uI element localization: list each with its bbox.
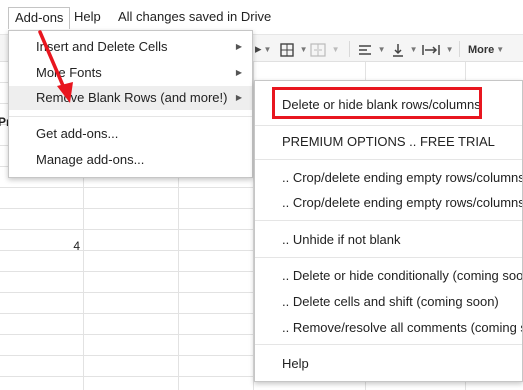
menu-item-remove-comments[interactable]: .. Remove/resolve all comments (coming s…	[255, 316, 522, 340]
menu-item-label: .. Delete cells and shift (coming soon)	[282, 294, 499, 309]
menu-bar: Add-ons Help All changes saved in Drive	[0, 0, 523, 34]
submenu-arrow-icon: ▶	[235, 68, 242, 77]
menu-item-more-fonts[interactable]: More Fonts ▶	[9, 61, 252, 85]
menu-addons[interactable]: Add-ons	[8, 7, 71, 29]
menu-separator	[255, 344, 522, 345]
annotation-highlight-box	[272, 87, 482, 119]
menu-item-label: .. Crop/delete ending empty rows/columns…	[282, 195, 522, 210]
merge-cells-icon	[310, 41, 330, 57]
menu-item-label: PREMIUM OPTIONS .. FREE TRIAL	[282, 134, 495, 149]
menu-separator	[9, 116, 252, 117]
remove-blank-rows-submenu: Delete or hide blank rows/columns PREMIU…	[254, 80, 523, 382]
toolbar-divider	[349, 41, 350, 57]
menu-item-premium-trial[interactable]: PREMIUM OPTIONS .. FREE TRIAL	[255, 130, 522, 154]
chevron-down-icon: ▼	[496, 44, 505, 54]
menu-item-label: Remove Blank Rows (and more!)	[36, 90, 228, 105]
menu-help[interactable]: Help	[68, 7, 107, 29]
chevron-down-icon: ▼	[409, 44, 418, 54]
fill-color-icon: ▸	[255, 41, 262, 56]
menu-item-get-addons[interactable]: Get add-ons...	[9, 122, 252, 146]
menu-item-label: Help	[282, 356, 309, 371]
menu-item-label: .. Delete or hide conditionally (coming …	[282, 268, 522, 283]
borders-button[interactable]: ▼	[280, 39, 308, 59]
more-label: More	[468, 44, 495, 56]
horizontal-align-button[interactable]: ▼	[358, 39, 386, 59]
chevron-down-icon: ▼	[331, 44, 340, 54]
menu-item-help[interactable]: Help	[255, 352, 522, 376]
menu-item-unhide-not-blank[interactable]: .. Unhide if not blank	[255, 228, 522, 252]
menu-separator	[255, 257, 522, 258]
menu-item-manage-addons[interactable]: Manage add-ons...	[9, 148, 252, 172]
menu-item-crop-delete-2[interactable]: .. Crop/delete ending empty rows/columns…	[255, 191, 522, 215]
menu-separator	[255, 220, 522, 221]
menu-item-label: Insert and Delete Cells	[36, 39, 168, 54]
merge-cells-button[interactable]: ▼	[310, 39, 340, 59]
vertical-align-button[interactable]: ▼	[392, 39, 418, 59]
valign-icon	[392, 41, 408, 57]
toolbar-divider	[459, 41, 460, 57]
menu-item-insert-delete-cells[interactable]: Insert and Delete Cells ▶	[9, 35, 252, 59]
chevron-down-icon: ▼	[263, 44, 272, 54]
borders-icon	[280, 41, 298, 57]
menu-item-delete-cells-shift[interactable]: .. Delete cells and shift (coming soon)	[255, 290, 522, 314]
submenu-arrow-icon: ▶	[235, 93, 242, 102]
menu-item-delete-hide-conditionally[interactable]: .. Delete or hide conditionally (coming …	[255, 264, 522, 288]
menu-item-crop-delete-1[interactable]: .. Crop/delete ending empty rows/columns…	[255, 166, 522, 190]
fill-color-button[interactable]: ▸ ▼	[255, 39, 271, 59]
menu-item-label: Manage add-ons...	[36, 152, 145, 167]
cell-value[interactable]: 4	[60, 236, 80, 256]
text-wrap-icon	[422, 41, 444, 56]
menu-separator	[255, 159, 522, 160]
addons-menu: Insert and Delete Cells ▶ More Fonts ▶ R…	[8, 30, 253, 178]
chevron-down-icon: ▼	[299, 44, 308, 54]
menu-item-label: .. Remove/resolve all comments (coming s…	[282, 320, 522, 335]
more-button[interactable]: More ▼	[468, 39, 504, 59]
submenu-arrow-icon: ▶	[235, 42, 242, 51]
menu-item-remove-blank-rows[interactable]: Remove Blank Rows (and more!) ▶	[9, 86, 252, 110]
menu-item-label: Get add-ons...	[36, 126, 119, 141]
menu-separator	[255, 125, 522, 126]
text-wrap-button[interactable]: ▼	[422, 39, 454, 59]
menu-item-label: More Fonts	[36, 65, 102, 80]
menu-item-label: .. Crop/delete ending empty rows/columns…	[282, 170, 522, 185]
align-icon	[358, 41, 376, 56]
chevron-down-icon: ▼	[445, 44, 454, 54]
chevron-down-icon: ▼	[377, 44, 386, 54]
menu-item-label: .. Unhide if not blank	[282, 232, 401, 247]
save-status: All changes saved in Drive	[118, 9, 272, 24]
